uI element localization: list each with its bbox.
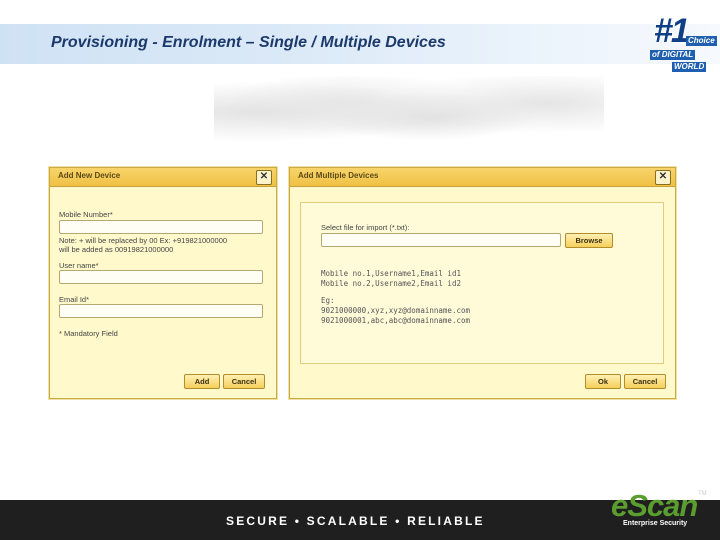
mobile-number-input[interactable] — [59, 220, 263, 234]
add-new-device-dialog: Add New Device ✕ Mobile Number* Note: + … — [49, 167, 277, 399]
username-input[interactable] — [59, 270, 263, 284]
dialog-titlebar: Add Multiple Devices ✕ — [290, 168, 675, 187]
example-line-1: 9021000000,xyz,xyz@domainname.com — [321, 306, 471, 315]
format-line-1: Mobile no.1,Username1,Email id1 — [321, 269, 461, 278]
cancel-button[interactable]: Cancel — [223, 374, 265, 389]
email-label: Email Id* — [59, 295, 90, 304]
add-button[interactable]: Add — [184, 374, 220, 389]
badge-line-2: of DIGITAL — [650, 50, 696, 60]
background-image-strip — [214, 76, 604, 166]
dialog-title: Add New Device — [58, 171, 121, 180]
import-panel: Select file for import (*.txt): Browse M… — [300, 202, 664, 364]
mandatory-field-note: * Mandatory Field — [59, 329, 118, 338]
close-icon: ✕ — [658, 171, 668, 182]
page-title: Provisioning - Enrolment – Single / Mult… — [51, 34, 446, 51]
username-label: User name* — [59, 261, 99, 270]
close-button[interactable]: ✕ — [655, 170, 671, 185]
dialog-titlebar: Add New Device ✕ — [50, 168, 276, 187]
cancel-button[interactable]: Cancel — [624, 374, 666, 389]
escan-logo: eScan — [611, 488, 698, 523]
close-button[interactable]: ✕ — [256, 170, 272, 185]
mobile-number-label: Mobile Number* — [59, 210, 113, 219]
dialog-title: Add Multiple Devices — [298, 171, 379, 180]
close-icon: ✕ — [259, 171, 269, 182]
logo-subtitle: Enterprise Security — [623, 520, 688, 527]
badge-number: #1 — [654, 12, 690, 50]
browse-button[interactable]: Browse — [565, 233, 613, 248]
mobile-note-line-1: Note: + will be replaced by 00 Ex: +9198… — [59, 236, 228, 245]
tagline: SECURE • SCALABLE • RELIABLE — [226, 514, 485, 528]
award-badge: #1 Choice of DIGITAL WORLD — [646, 12, 717, 76]
file-path-input[interactable] — [321, 233, 561, 247]
badge-line-3: WORLD — [672, 62, 707, 72]
email-input[interactable] — [59, 304, 263, 318]
format-line-2: Mobile no.2,Username2,Email id2 — [321, 279, 461, 288]
badge-line-1: Choice — [686, 36, 717, 46]
example-line-2: 9021000001,abc,abc@domainname.com — [321, 316, 471, 325]
file-select-label: Select file for import (*.txt): — [321, 223, 410, 232]
example-label: Eg: — [321, 296, 335, 305]
add-multiple-devices-dialog: Add Multiple Devices ✕ Select file for i… — [289, 167, 676, 399]
trademark-mark: TM — [698, 491, 707, 497]
mobile-note-line-2: will be added as 00919821000000 — [59, 245, 174, 254]
ok-button[interactable]: Ok — [585, 374, 621, 389]
